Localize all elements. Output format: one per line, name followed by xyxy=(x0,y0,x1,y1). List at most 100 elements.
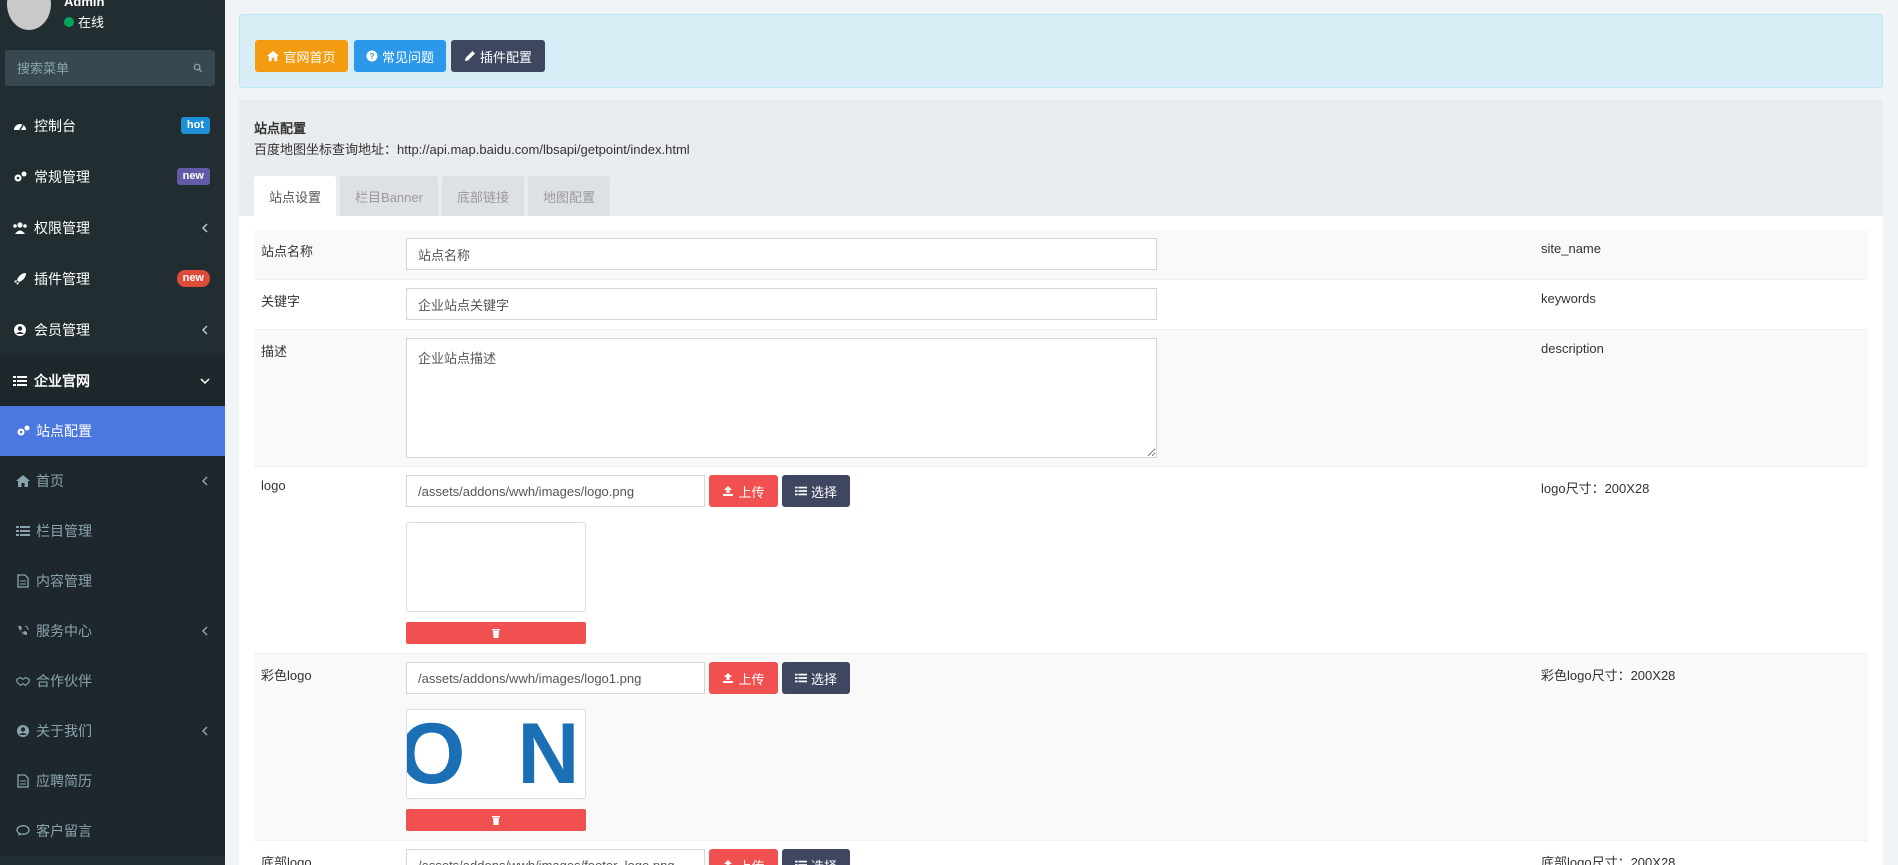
file-icon xyxy=(16,774,30,788)
menu-search xyxy=(5,50,215,86)
online-status-dot-icon xyxy=(64,16,74,27)
sidebar-item-dashboard[interactable]: 控制台 hot xyxy=(0,100,225,151)
list-icon xyxy=(794,860,807,865)
users-icon xyxy=(12,221,28,235)
comment-icon xyxy=(16,824,30,838)
sidebar-item-columns[interactable]: 栏目管理 xyxy=(0,506,225,556)
panel-description: 百度地图坐标查询地址：http://api.map.baidu.com/lbsa… xyxy=(254,142,690,157)
keywords-input[interactable] xyxy=(406,288,1157,320)
sidebar-item-label: 权限管理 xyxy=(34,219,90,236)
chevron-down-icon xyxy=(200,377,210,384)
footer-logo-choose-button[interactable]: 选择 xyxy=(782,849,850,865)
sidebar-item-label: 客户留言 xyxy=(36,823,92,839)
user-panel: Admin 在线 xyxy=(0,0,225,40)
logo-upload-button[interactable]: 上传 xyxy=(709,475,778,507)
sidebar-item-label: 企业官网 xyxy=(34,372,90,389)
user-status-label: 在线 xyxy=(78,15,105,30)
file-icon xyxy=(16,574,30,588)
pencil-icon xyxy=(464,51,475,61)
footer-logo-upload-button[interactable]: 上传 xyxy=(709,849,778,865)
tab-map-config[interactable]: 地图配置 xyxy=(527,176,610,216)
site-home-label: 官网首页 xyxy=(283,49,336,65)
footer-logo-path-input[interactable] xyxy=(406,849,705,865)
user-circle-icon xyxy=(12,323,28,337)
chevron-left-icon xyxy=(201,726,208,736)
logo-delete-button[interactable] xyxy=(406,622,586,644)
handshake-icon xyxy=(16,674,30,688)
sidebar-item-permissions[interactable]: 权限管理 xyxy=(0,202,225,253)
list-icon xyxy=(16,524,30,538)
chevron-left-icon xyxy=(201,626,208,636)
sidebar-item-about[interactable]: 关于我们 xyxy=(0,706,225,756)
sidebar-item-enterprise-site[interactable]: 企业官网 xyxy=(0,355,225,406)
form-row-color-logo: 彩色logo 上传 选择 O N 彩色logo尺寸：200X28 xyxy=(254,654,1868,841)
list-icon xyxy=(12,374,28,388)
new-badge: new xyxy=(176,168,210,185)
avatar[interactable] xyxy=(7,0,51,30)
color-logo-path-input[interactable] xyxy=(406,662,705,694)
logo-path-input[interactable] xyxy=(406,475,705,507)
logo-preview xyxy=(406,522,586,612)
color-logo-choose-button[interactable]: 选择 xyxy=(782,662,850,694)
panel-title: 站点配置 xyxy=(254,121,307,136)
home-icon xyxy=(267,50,280,62)
sidebar-item-label: 关于我们 xyxy=(36,723,92,739)
search-input[interactable] xyxy=(17,60,193,76)
sidebar-item-partners[interactable]: 合作伙伴 xyxy=(0,656,225,706)
chevron-left-icon xyxy=(201,324,208,335)
sidebar-item-label: 插件管理 xyxy=(34,270,90,287)
site-home-button[interactable]: 官网首页 xyxy=(255,40,348,72)
search-icon[interactable] xyxy=(193,61,203,75)
sidebar-item-messages[interactable]: 客户留言 xyxy=(0,806,225,856)
svg-text:?: ? xyxy=(370,52,375,61)
tab-column-banner[interactable]: 栏目Banner xyxy=(340,176,438,216)
sidebar-item-label: 应聘简历 xyxy=(36,773,92,789)
logo-choose-button[interactable]: 选择 xyxy=(782,475,850,507)
tab-footer-links[interactable]: 底部链接 xyxy=(441,176,524,216)
sidebar-item-members[interactable]: 会员管理 xyxy=(0,304,225,355)
list-icon xyxy=(794,673,807,683)
sidebar-item-plugins[interactable]: 插件管理 new xyxy=(0,253,225,304)
description-label: 描述 xyxy=(261,344,288,359)
description-textarea[interactable]: 企业站点描述 xyxy=(406,338,1157,458)
sidebar-item-resumes[interactable]: 应聘简历 xyxy=(0,756,225,806)
plugin-config-button[interactable]: 插件配置 xyxy=(451,40,545,72)
color-logo-image: O N xyxy=(406,709,586,799)
enterprise-site-submenu: 站点配置 首页 栏目管理 内容管理 服务中心 合作伙伴 关于我们 应聘简历 客户… xyxy=(0,406,225,856)
choose-label: 选择 xyxy=(811,856,837,865)
upload-icon xyxy=(723,486,734,496)
plugin-config-label: 插件配置 xyxy=(479,49,532,65)
home-icon xyxy=(16,474,30,488)
sidebar: Admin 在线 控制台 hot 常规管理 new 权限管理 插件管理 new xyxy=(0,0,225,865)
upload-label: 上传 xyxy=(738,856,764,865)
dashboard-icon xyxy=(12,119,28,133)
footer-logo-label: 底部logo xyxy=(261,855,312,865)
form-row-site-name: 站点名称 site_name xyxy=(254,230,1868,280)
keywords-key: keywords xyxy=(1541,291,1596,306)
config-tabs: 站点设置 栏目Banner 底部链接 地图配置 xyxy=(254,176,610,216)
faq-label: 常见问题 xyxy=(381,49,434,65)
upload-label: 上传 xyxy=(738,484,765,500)
sidebar-item-label: 首页 xyxy=(36,473,64,489)
sidebar-item-service[interactable]: 服务中心 xyxy=(0,606,225,656)
form-row-description: 描述 企业站点描述 description xyxy=(254,330,1868,467)
trash-icon xyxy=(492,629,500,638)
color-logo-upload-button[interactable]: 上传 xyxy=(709,662,778,694)
sidebar-item-home[interactable]: 首页 xyxy=(0,456,225,506)
color-logo-delete-button[interactable] xyxy=(406,809,586,831)
sidebar-item-site-config[interactable]: 站点配置 xyxy=(0,406,225,456)
color-logo-preview: O N xyxy=(406,709,586,799)
config-form: 站点名称 site_name 关键字 keywords 描述 企业站点描述 de… xyxy=(254,230,1868,865)
user-status: 在线 xyxy=(64,12,104,31)
cogs-icon xyxy=(12,170,28,184)
logo-label: logo xyxy=(261,478,286,493)
faq-button[interactable]: ? 常见问题 xyxy=(354,40,446,72)
site-name-input[interactable] xyxy=(406,238,1157,270)
form-row-logo: logo 上传 选择 logo尺寸：200X28 xyxy=(254,467,1868,654)
phone-volume-icon xyxy=(16,624,30,638)
sidebar-item-content[interactable]: 内容管理 xyxy=(0,556,225,606)
list-icon xyxy=(794,486,807,496)
tab-site-settings[interactable]: 站点设置 xyxy=(254,176,337,216)
sidebar-item-general[interactable]: 常规管理 new xyxy=(0,151,225,202)
upload-label: 上传 xyxy=(738,671,765,687)
